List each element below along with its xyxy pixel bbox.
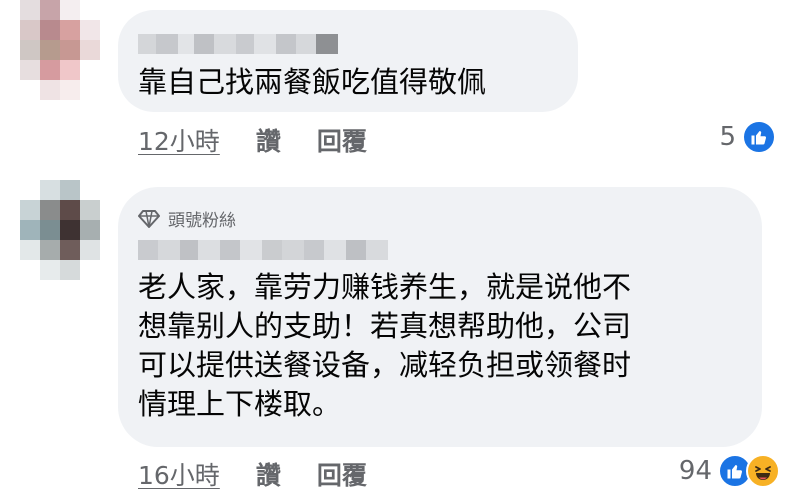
reaction-count: 94 bbox=[678, 456, 712, 486]
author-name-blurred[interactable] bbox=[138, 34, 338, 54]
comment-text: 老人家，靠劳力赚钱养生，就是说他不 想靠别人的支助！若真想帮助他，公司 可以提供… bbox=[138, 270, 632, 421]
comment-actions: 16小時 讚 回覆 bbox=[138, 456, 403, 492]
comment-timestamp[interactable]: 16小時 bbox=[138, 456, 220, 492]
reply-button[interactable]: 回覆 bbox=[317, 456, 367, 492]
comment-actions: 12小時 讚 回覆 bbox=[138, 122, 403, 158]
badge-label: 頭號粉絲 bbox=[168, 211, 236, 231]
top-fan-badge[interactable]: 頭號粉絲 bbox=[138, 206, 236, 231]
avatar[interactable] bbox=[20, 0, 100, 100]
reply-button[interactable]: 回覆 bbox=[317, 122, 367, 158]
reactions-summary[interactable]: 5 bbox=[719, 120, 776, 154]
like-icon bbox=[742, 120, 776, 154]
reactions-summary[interactable]: 94 bbox=[679, 454, 780, 488]
reaction-count: 5 bbox=[719, 122, 736, 152]
like-button[interactable]: 讚 bbox=[256, 456, 281, 492]
avatar[interactable] bbox=[20, 180, 100, 280]
like-button[interactable]: 讚 bbox=[256, 122, 281, 158]
diamond-icon bbox=[138, 209, 160, 228]
comment-timestamp[interactable]: 12小時 bbox=[138, 122, 220, 158]
author-name-blurred[interactable] bbox=[138, 240, 388, 260]
comment-text: 靠自己找兩餐飯吃值得敬佩 bbox=[138, 65, 487, 99]
haha-icon bbox=[746, 454, 780, 488]
